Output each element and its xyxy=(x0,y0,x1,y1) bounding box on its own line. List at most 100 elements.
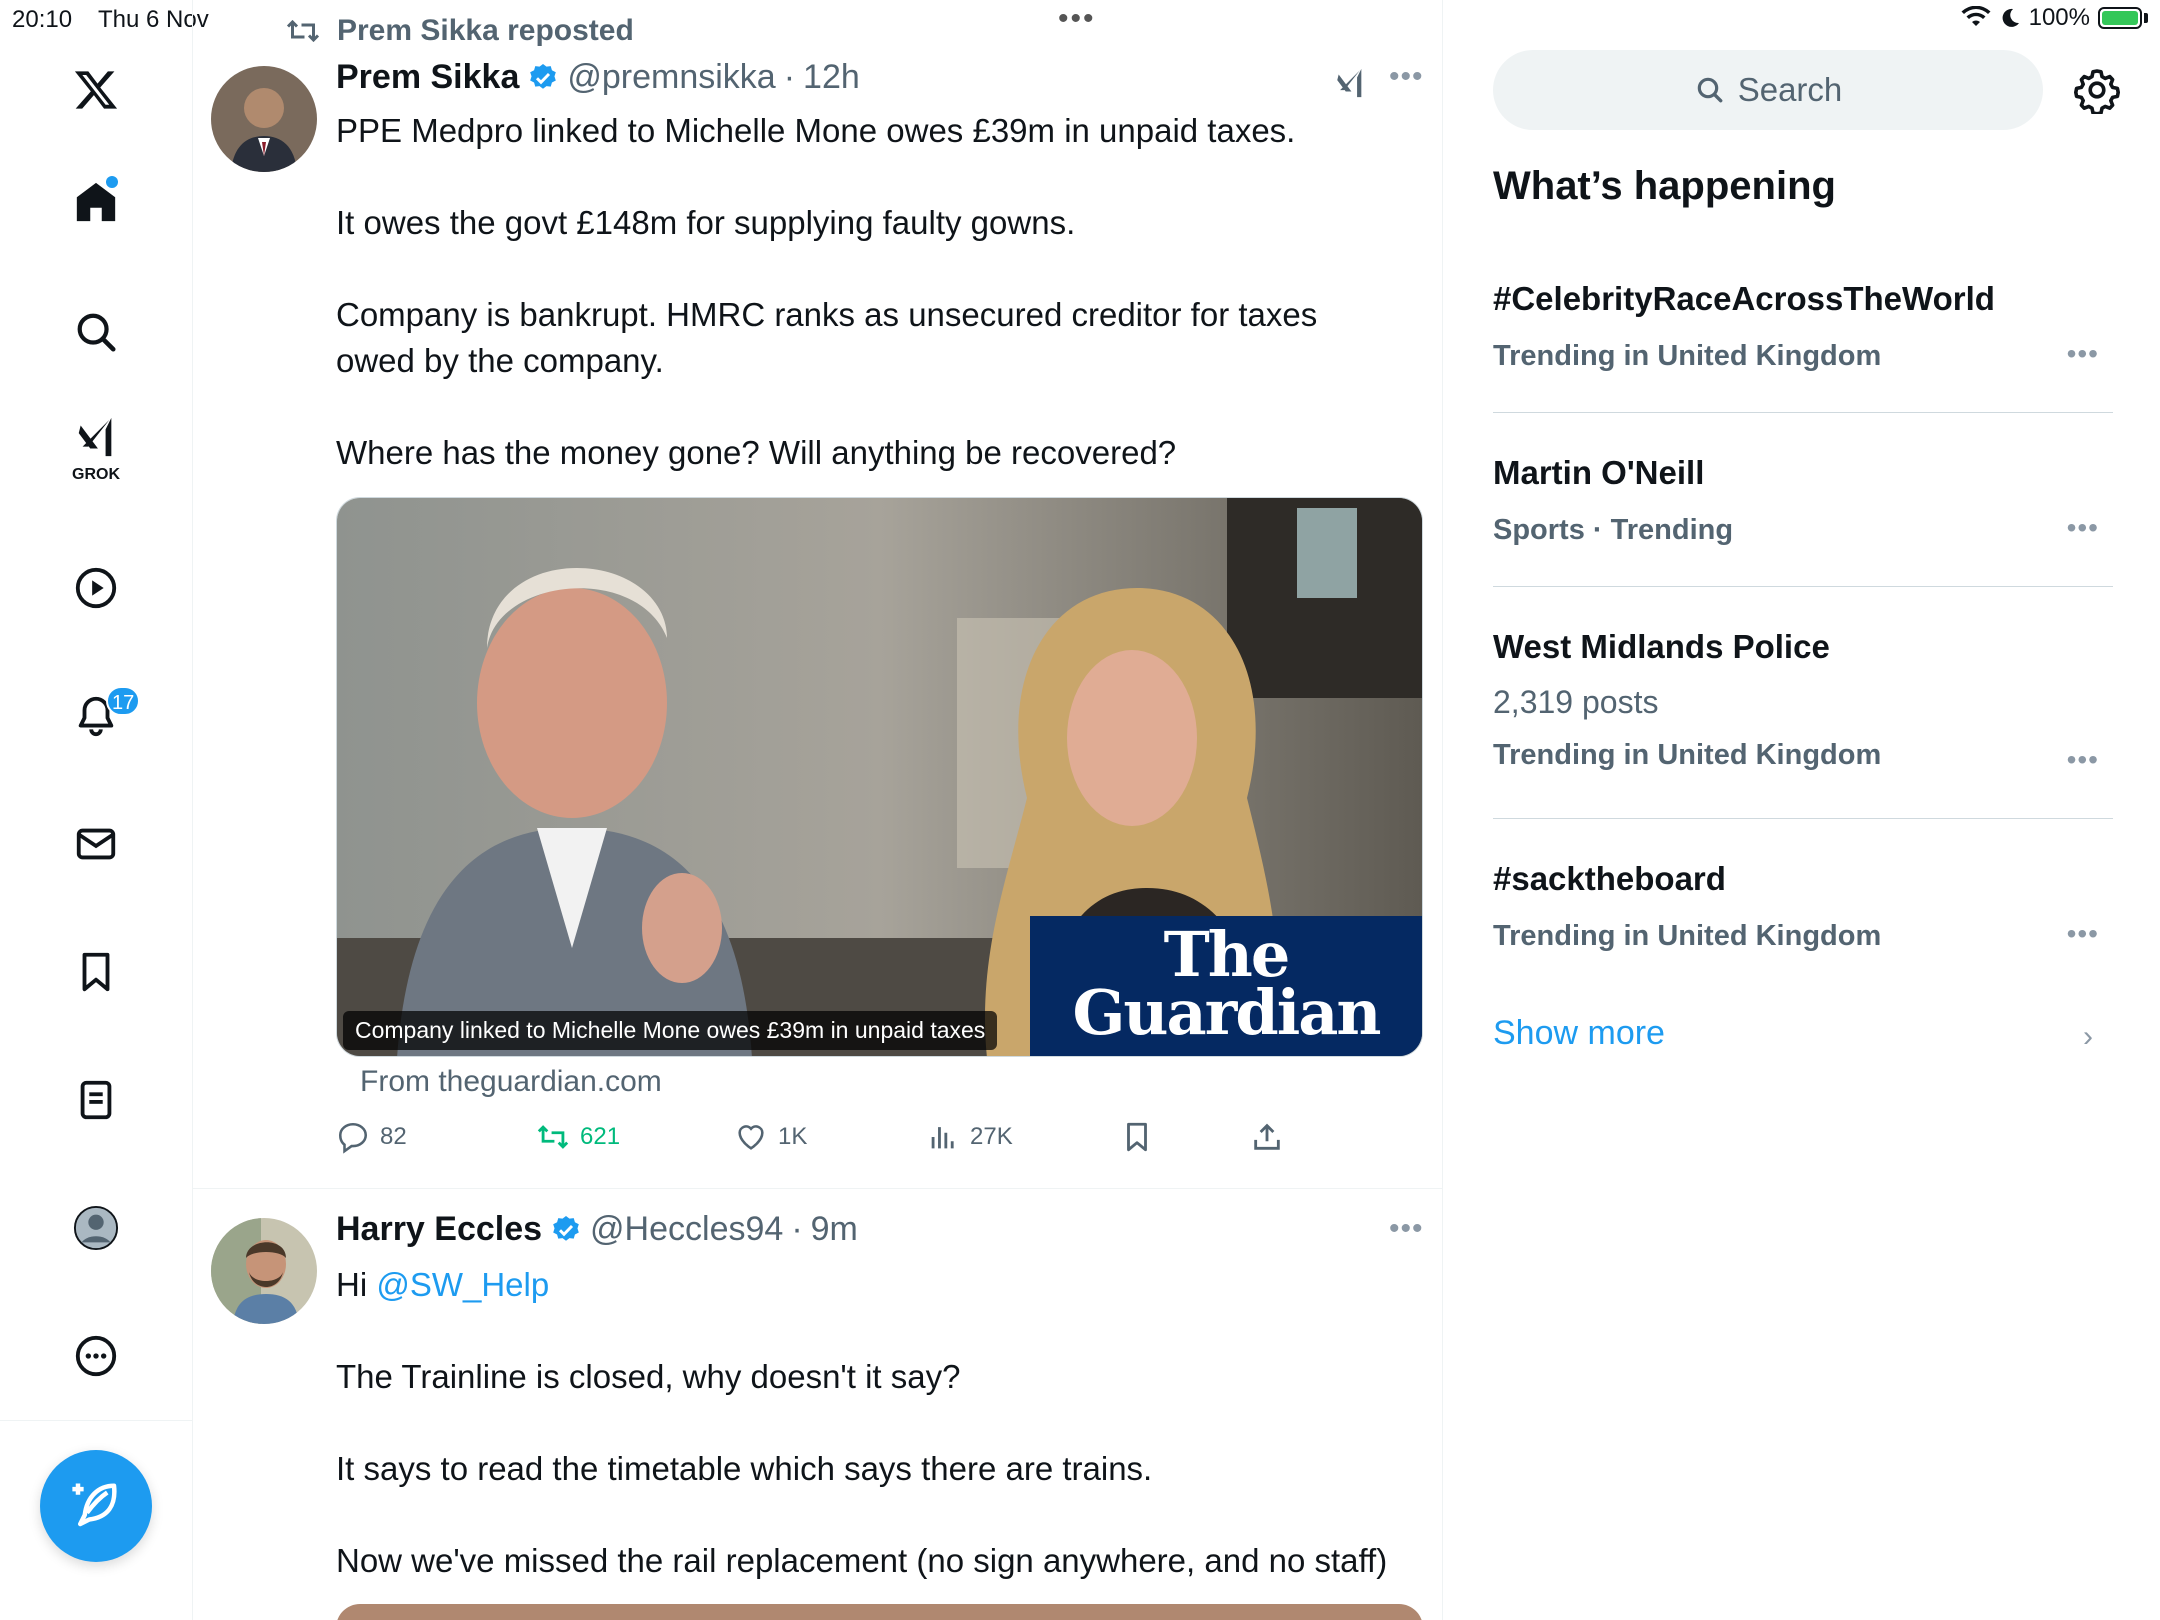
tweet-header: Harry Eccles @Heccles94 · 9m xyxy=(336,1210,858,1249)
trend-item[interactable]: West Midlands Police 2,319 posts Trendin… xyxy=(1493,628,2113,819)
post-time[interactable]: 9m xyxy=(811,1210,858,1249)
guardian-logo: The Guardian xyxy=(1030,916,1422,1056)
nav-profile[interactable] xyxy=(56,1188,136,1268)
x-logo-icon[interactable] xyxy=(56,50,136,130)
author-avatar[interactable] xyxy=(211,1218,317,1324)
avatar-photo xyxy=(211,66,317,172)
share-upload-icon xyxy=(1254,1123,1280,1150)
trend-context: Sports · Trending xyxy=(1493,514,1734,546)
tweet-paragraph: The Trainline is closed, why doesn't it … xyxy=(336,1358,961,1395)
heart-icon xyxy=(738,1125,764,1150)
avatar-photo xyxy=(211,1218,317,1324)
link-source[interactable]: From theguardian.com xyxy=(360,1065,662,1099)
trend-context: Trending in United Kingdom xyxy=(1493,739,1882,771)
repost-icon xyxy=(286,19,320,43)
like-count: 1K xyxy=(778,1123,808,1150)
repost-button[interactable]: 621 xyxy=(536,1120,620,1154)
compose-feather-icon xyxy=(72,1483,117,1527)
nav-grok[interactable]: GROK xyxy=(56,410,136,500)
repost-count: 621 xyxy=(580,1123,621,1150)
view-count: 27K xyxy=(970,1123,1013,1150)
nav-video[interactable] xyxy=(56,548,136,628)
tweet-body: PPE Medpro linked to Michelle Mone owes … xyxy=(336,108,1396,522)
nav-notifications[interactable]: 17 xyxy=(56,676,141,756)
verified-badge-icon xyxy=(553,1215,579,1241)
trend-more-icon[interactable]: ••• xyxy=(2067,744,2099,776)
nav-home[interactable] xyxy=(56,162,136,242)
bookmark-icon xyxy=(82,952,110,992)
post-divider xyxy=(193,1188,1442,1189)
author-name[interactable]: Prem Sikka xyxy=(336,58,519,97)
new-content-dot xyxy=(106,176,118,188)
tweet-paragraph: It owes the govt £148m for supplying fau… xyxy=(336,204,1076,241)
trend-post-count: 2,319 posts xyxy=(1493,684,1659,720)
reply-button[interactable]: 82 xyxy=(336,1120,407,1154)
trend-item[interactable]: #CelebrityRaceAcrossTheWorld Trending in… xyxy=(1493,280,2113,413)
author-handle[interactable]: @Heccles94 xyxy=(590,1210,783,1249)
chevron-right-icon[interactable]: › xyxy=(2083,1020,2093,1054)
tweet-actions: 82 621 1K 27K xyxy=(336,1120,1336,1160)
trend-name: Martin O'Neill xyxy=(1493,454,1705,491)
profile-avatar-icon xyxy=(73,1205,119,1251)
trend-more-icon[interactable]: ••• xyxy=(2067,918,2099,950)
reply-bubble-icon xyxy=(338,1122,368,1154)
views-button[interactable]: 27K xyxy=(926,1120,1013,1154)
settings-gear-icon[interactable] xyxy=(2073,66,2121,114)
trend-context: Trending in United Kingdom xyxy=(1493,340,1882,372)
trend-item[interactable]: Martin O'Neill Sports · Trending ••• xyxy=(1493,454,2113,587)
separator-dot: · xyxy=(783,58,796,96)
bookmark-button[interactable] xyxy=(1120,1120,1154,1154)
like-button[interactable]: 1K xyxy=(734,1120,807,1154)
search-placeholder: Search xyxy=(1737,71,1843,108)
envelope-icon xyxy=(76,828,116,860)
post-time[interactable]: 12h xyxy=(803,58,860,97)
guardian-logo-line2: Guardian xyxy=(1072,976,1381,1049)
trend-name: #sacktheboard xyxy=(1493,860,1726,897)
author-name[interactable]: Harry Eccles xyxy=(336,1210,542,1249)
play-circle-icon xyxy=(75,567,117,609)
repost-indicator: Prem Sikka reposted xyxy=(285,14,634,48)
tweet-paragraph: PPE Medpro linked to Michelle Mone owes … xyxy=(336,112,1296,149)
author-handle[interactable]: @premnsikka xyxy=(567,58,775,97)
nav-divider xyxy=(0,1420,192,1421)
notifications-badge: 17 xyxy=(106,686,141,716)
compose-post-button[interactable] xyxy=(40,1450,152,1562)
nav-messages[interactable] xyxy=(56,804,136,884)
trend-more-icon[interactable]: ••• xyxy=(2067,512,2099,544)
post-more-options-icon[interactable]: ••• xyxy=(1389,1212,1424,1246)
grok-icon xyxy=(78,417,112,457)
verified-badge-icon xyxy=(530,63,557,89)
grok-label: GROK xyxy=(72,466,120,483)
trend-more-icon[interactable]: ••• xyxy=(2067,338,2099,370)
grok-explain-icon[interactable] xyxy=(1333,64,1367,102)
tweet-body: Hi @SW_Help The Trainline is closed, why… xyxy=(336,1262,1396,1620)
nav-explore[interactable] xyxy=(56,292,136,372)
trend-item[interactable]: #sacktheboard Trending in United Kingdom… xyxy=(1493,860,2113,990)
bookmark-icon xyxy=(1127,1122,1147,1152)
search-input[interactable]: Search xyxy=(1493,50,2043,130)
link-card-image[interactable]: Company linked to Michelle Mone owes £39… xyxy=(336,497,1423,1057)
timeline: Prem Sikka reposted Prem Sikka @premnsik… xyxy=(193,0,1443,1620)
trend-context: Trending in United Kingdom xyxy=(1493,920,1882,952)
show-more-link[interactable]: Show more xyxy=(1493,1014,1665,1053)
nav-lists[interactable] xyxy=(56,1060,136,1140)
nav-bookmarks[interactable] xyxy=(56,932,136,1012)
author-avatar[interactable] xyxy=(211,66,317,172)
repost-arrows-icon xyxy=(537,1125,569,1149)
analytics-bars-icon xyxy=(931,1127,954,1149)
search-icon xyxy=(77,313,116,352)
post-more-options-icon[interactable]: ••• xyxy=(1389,60,1424,94)
share-button[interactable] xyxy=(1250,1120,1284,1154)
whats-happening-title: What’s happening xyxy=(1493,164,1836,208)
mention-link[interactable]: @SW_Help xyxy=(376,1266,549,1303)
tweet-paragraph: It says to read the timetable which says… xyxy=(336,1450,1153,1487)
reply-count: 82 xyxy=(380,1123,407,1150)
trend-name: West Midlands Police xyxy=(1493,628,1830,665)
video-caption: Company linked to Michelle Mone owes £39… xyxy=(343,1011,998,1050)
repost-label[interactable]: Prem Sikka reposted xyxy=(337,14,634,48)
nav-more[interactable] xyxy=(56,1316,136,1396)
more-circle-icon xyxy=(75,1335,117,1377)
post-media-preview[interactable] xyxy=(336,1604,1423,1620)
list-document-icon xyxy=(80,1080,112,1120)
search-icon xyxy=(1697,77,1723,103)
